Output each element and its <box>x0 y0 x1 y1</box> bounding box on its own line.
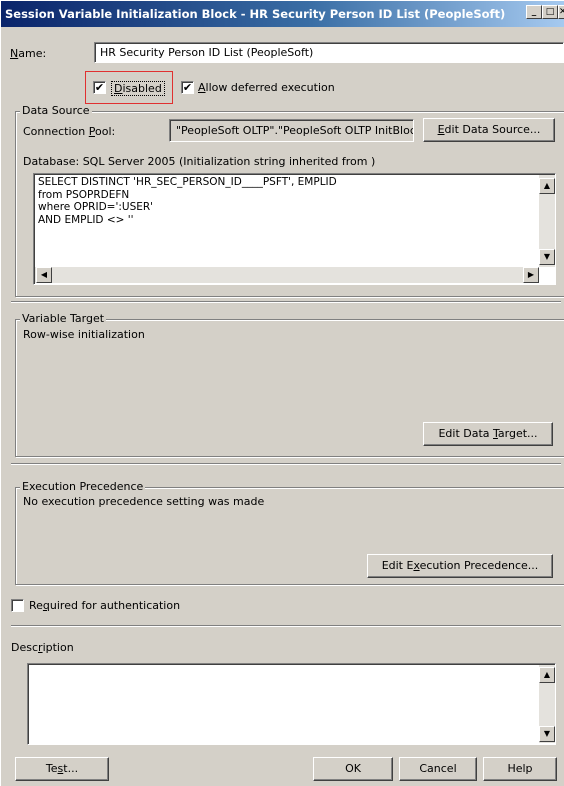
execution-precedence-title: Execution Precedence <box>20 480 146 493</box>
description-textarea[interactable]: ▲ ▼ <box>27 663 556 745</box>
variable-target-title: Variable Target <box>20 312 107 325</box>
sql-text: SELECT DISTINCT 'HR_SEC_PERSON_ID____PSF… <box>38 176 337 226</box>
deferred-label[interactable]: Allow deferred execution <box>198 81 335 94</box>
required-checkbox[interactable] <box>11 599 24 612</box>
name-label: Name: <box>10 47 47 60</box>
close-button[interactable]: ✕ <box>558 5 564 19</box>
help-button[interactable]: Help <box>483 757 557 781</box>
database-label: Database: SQL Server 2005 (Initializatio… <box>23 155 376 168</box>
description-label: Description <box>11 641 74 654</box>
disabled-checkbox[interactable]: ✔ <box>93 81 106 94</box>
test-button[interactable]: Test... <box>15 757 109 781</box>
execution-precedence-description: No execution precedence setting was made <box>23 495 265 508</box>
deferred-checkbox[interactable]: ✔ <box>181 81 194 94</box>
dialog-window: Session Variable Initialization Block - … <box>0 0 564 786</box>
scroll-up-icon[interactable]: ▲ <box>539 178 555 194</box>
name-value: HR Security Person ID List (PeopleSoft) <box>100 46 314 59</box>
scroll-right-icon[interactable]: ▶ <box>523 267 539 283</box>
title-bar[interactable]: Session Variable Initialization Block - … <box>1 1 564 27</box>
connection-pool-value: "PeopleSoft OLTP"."PeopleSoft OLTP InitB… <box>176 124 414 137</box>
edit-data-source-button[interactable]: Edit Data Source... <box>423 118 555 142</box>
window-title: Session Variable Initialization Block - … <box>5 7 506 21</box>
edit-execution-precedence-button[interactable]: Edit Execution Precedence... <box>367 554 553 578</box>
maximize-button[interactable]: □ <box>542 5 558 19</box>
sql-textarea[interactable]: SELECT DISTINCT 'HR_SEC_PERSON_ID____PSF… <box>33 173 556 285</box>
disabled-label[interactable]: Disabled <box>111 81 165 96</box>
required-label[interactable]: Required for authentication <box>29 599 180 612</box>
scroll-down-icon[interactable]: ▼ <box>539 249 555 265</box>
data-source-title: Data Source <box>20 104 92 117</box>
cancel-button[interactable]: Cancel <box>399 757 477 781</box>
separator <box>11 301 561 303</box>
connection-pool-field[interactable]: "PeopleSoft OLTP"."PeopleSoft OLTP InitB… <box>169 119 414 142</box>
scroll-left-icon[interactable]: ◀ <box>36 267 52 283</box>
sql-horizontal-scrollbar[interactable] <box>35 267 539 283</box>
scroll-up-icon[interactable]: ▲ <box>539 667 555 683</box>
variable-target-description: Row-wise initialization <box>23 328 145 341</box>
edit-data-target-button[interactable]: Edit Data Target... <box>423 422 553 446</box>
minimize-button[interactable]: _ <box>526 5 542 19</box>
ok-button[interactable]: OK <box>313 757 393 781</box>
scroll-down-icon[interactable]: ▼ <box>539 726 555 742</box>
connection-pool-label: Connection Pool: <box>23 125 116 138</box>
name-input[interactable]: HR Security Person ID List (PeopleSoft) <box>94 42 564 63</box>
separator <box>11 463 561 465</box>
separator <box>11 625 561 627</box>
